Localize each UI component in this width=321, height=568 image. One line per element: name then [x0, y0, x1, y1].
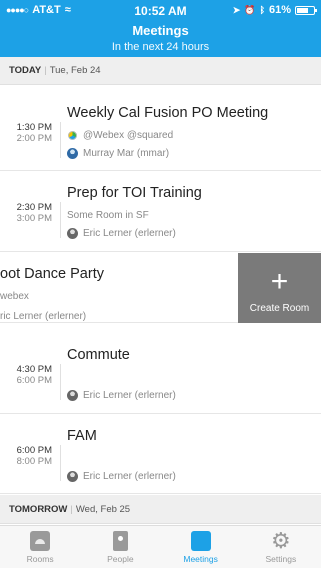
avatar: [67, 228, 78, 239]
meeting-row[interactable]: 2:30 PM 3:00 PM Prep for TOI Training So…: [0, 172, 321, 252]
status-time: 10:52 AM: [134, 4, 187, 18]
create-room-button[interactable]: + Create Room: [238, 253, 321, 323]
meeting-times: 1:30 PM 2:00 PM: [0, 122, 52, 144]
page-subtitle: In the next 24 hours: [111, 41, 210, 53]
tab-label: Settings: [265, 554, 297, 564]
header: ●●●●○ AT&T ≈ 10:52 AM ➤ ⏰ ᛒ 61% Meetings…: [0, 0, 321, 57]
end-time: 3:00 PM: [16, 213, 52, 224]
webex-icon: [67, 130, 78, 141]
meeting-title: FAM: [67, 428, 97, 444]
section-date: Wed, Feb 25: [75, 503, 131, 515]
start-time: 1:30 PM: [16, 122, 52, 133]
section-label: TOMORROW: [9, 503, 68, 515]
meeting-title: Prep for TOI Training: [67, 185, 202, 201]
meeting-location: @Webex @squared: [67, 130, 173, 141]
meeting-host: ric Lerner (erlerner): [0, 311, 87, 322]
tab-label: Rooms: [26, 554, 54, 564]
battery-icon: [295, 5, 317, 15]
time-divider: [60, 122, 61, 158]
avatar: [67, 390, 78, 401]
tab-label: Meetings: [183, 554, 218, 564]
tab-settings[interactable]: ⚙ Settings: [241, 526, 321, 568]
time-divider: [60, 202, 61, 238]
section-header-today: TODAY | Tue, Feb 24: [0, 57, 321, 85]
status-bar: ●●●●○ AT&T ≈ 10:52 AM ➤ ⏰ ᛒ 61%: [0, 0, 321, 20]
avatar: [67, 471, 78, 482]
meeting-row[interactable]: 1:30 PM 2:00 PM Weekly Cal Fusion PO Mee…: [0, 92, 321, 171]
start-time: 6:00 PM: [16, 445, 52, 456]
meeting-title: Commute: [67, 347, 130, 363]
end-time: 6:00 PM: [16, 375, 52, 386]
page-title: Meetings: [132, 23, 189, 38]
meeting-host: Eric Lerner (erlerner): [67, 228, 176, 239]
rooms-icon: [30, 531, 51, 551]
people-icon: [112, 531, 128, 551]
meetings-icon: [190, 531, 211, 551]
meeting-row[interactable]: 4:30 PM 6:00 PM Commute Eric Lerner (erl…: [0, 334, 321, 414]
meeting-host: Eric Lerner (erlerner): [67, 390, 176, 401]
location-text: Some Room in SF: [67, 210, 149, 221]
tab-label: People: [107, 554, 134, 564]
host-text: Eric Lerner (erlerner): [83, 471, 176, 482]
end-time: 8:00 PM: [16, 456, 52, 467]
host-text: Murray Mar (mmar): [83, 148, 170, 159]
meeting-times: 2:30 PM 3:00 PM: [0, 202, 52, 224]
time-divider: [60, 445, 61, 481]
start-time: 4:30 PM: [16, 364, 52, 375]
meeting-row[interactable]: 6:00 PM 8:00 PM FAM Eric Lerner (erlerne…: [0, 415, 321, 494]
section-header-tomorrow: TOMORROW | Wed, Feb 25: [0, 495, 321, 524]
tab-people[interactable]: People: [80, 526, 160, 568]
meeting-title: Weekly Cal Fusion PO Meeting: [67, 105, 269, 121]
meeting-location: Some Room in SF: [67, 210, 149, 221]
meeting-host: Eric Lerner (erlerner): [67, 471, 176, 482]
end-time: 2:00 PM: [16, 133, 52, 144]
host-text: Eric Lerner (erlerner): [83, 390, 176, 401]
tab-bar: Rooms People Meetings ⚙ Settings: [0, 525, 321, 568]
meeting-title: oot Dance Party: [0, 266, 104, 282]
plus-icon: +: [270, 265, 289, 298]
section-separator: |: [44, 65, 47, 76]
host-text: Eric Lerner (erlerner): [83, 228, 176, 239]
section-date: Tue, Feb 24: [49, 65, 101, 76]
tab-rooms[interactable]: Rooms: [0, 526, 80, 568]
section-separator: |: [70, 503, 73, 515]
start-time: 2:30 PM: [16, 202, 52, 213]
section-label: TODAY: [9, 65, 42, 76]
tab-meetings[interactable]: Meetings: [161, 526, 241, 568]
meeting-times: 6:00 PM 8:00 PM: [0, 445, 52, 467]
create-room-label: Create Room: [249, 303, 310, 314]
meeting-times: 4:30 PM 6:00 PM: [0, 364, 52, 386]
avatar: [67, 148, 78, 159]
meeting-location: webex: [0, 291, 29, 302]
meeting-host: Murray Mar (mmar): [67, 148, 169, 159]
gear-icon: ⚙: [271, 528, 291, 553]
time-divider: [60, 364, 61, 400]
location-text: @Webex @squared: [83, 130, 174, 141]
